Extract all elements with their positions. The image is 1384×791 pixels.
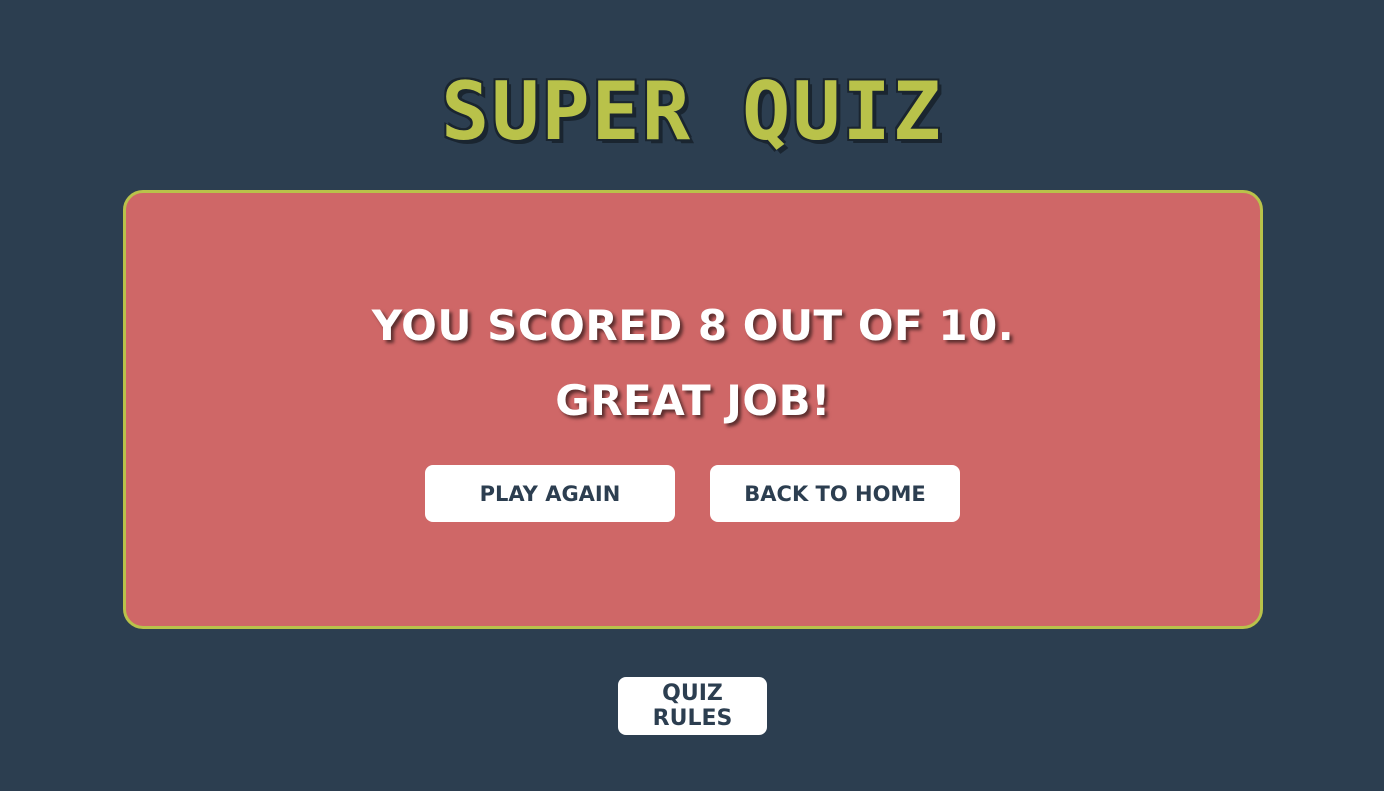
results-page: SUPER QUIZ You scored 8 out of 10. Great…: [0, 0, 1384, 791]
back-to-home-button[interactable]: Back to home: [710, 465, 960, 522]
app-logo: SUPER QUIZ: [441, 65, 943, 158]
result-card: You scored 8 out of 10. Great job! Play …: [123, 190, 1263, 629]
quiz-rules-button[interactable]: Quiz rules: [618, 677, 767, 735]
score-message: Great job!: [555, 376, 831, 425]
play-again-button[interactable]: Play again: [425, 465, 675, 522]
score-text: You scored 8 out of 10.: [371, 301, 1015, 350]
